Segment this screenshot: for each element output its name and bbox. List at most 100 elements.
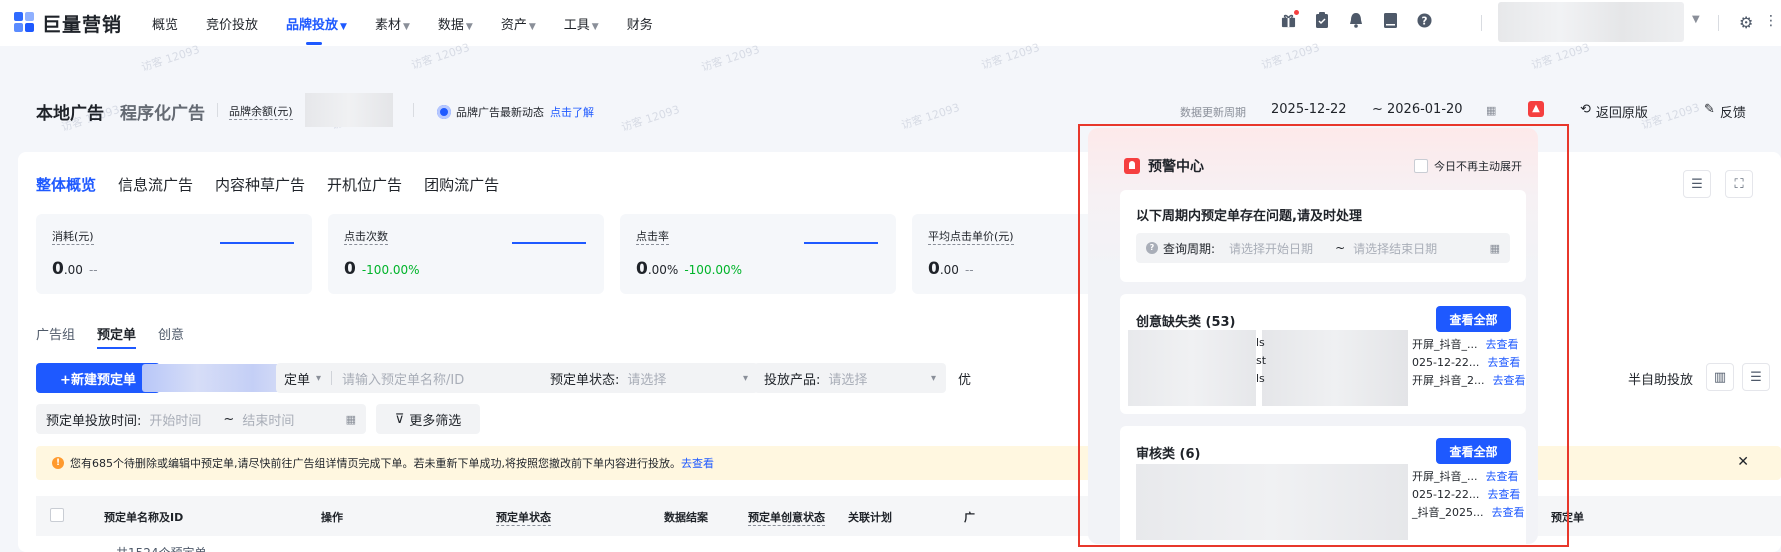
entity-tab[interactable]: 广告组 [36,324,75,343]
alarm-icon[interactable]: ▲ [1528,101,1544,117]
brand-news-link[interactable]: 点击了解 [550,104,594,120]
view-link[interactable]: 去查看 [1487,356,1520,369]
alert-row: 025-12-22... 去查看 [1412,486,1520,502]
column-header[interactable]: 广 [964,509,975,525]
book-icon[interactable] [1382,11,1398,29]
column-header[interactable]: 关联计划 [848,509,892,525]
nav-item[interactable]: 数据 ▼ [438,14,473,33]
nav-item[interactable]: 概览 [152,14,178,33]
metric-card[interactable]: 消耗(元) 0.00 -- [36,214,312,294]
metric-card[interactable]: 点击率 0.00% -100.00% [620,214,896,294]
view-link[interactable]: 去查看 [1486,470,1519,483]
chevron-down-icon[interactable]: ▼ [1692,14,1700,25]
date-range-start[interactable]: 2025-12-22 [1271,102,1347,117]
alert-row: 025-12-22... 去查看 [1412,354,1520,370]
semi-auto-toggle-label[interactable]: 半自助投放 [1628,369,1693,388]
chevron-down-icon[interactable]: ▾ [316,373,321,384]
alert-row-text: 025-12-22... [1412,488,1480,501]
logo-text: 巨量营销 [42,13,123,36]
query-end-input[interactable]: 请选择结束日期 [1353,240,1489,257]
column-header[interactable]: 预定单 [1551,509,1584,525]
nav-item[interactable]: 品牌投放 ▼ [286,14,347,45]
ad-type-tab[interactable]: 团购流广告 [424,174,499,195]
view-all-button[interactable]: 查看全部 [1436,438,1511,464]
dont-auto-open-option[interactable]: 今日不再主动展开 [1414,158,1522,174]
ad-type-tab[interactable]: 开机位广告 [327,174,402,195]
settings-sliders-icon[interactable]: ☰ [1742,363,1770,391]
gear-icon[interactable]: ⚙ [1739,13,1753,32]
time-start-input[interactable]: 开始时间 [149,410,201,429]
metric-change: -100.00% [361,263,420,277]
query-period-picker[interactable]: ? 查询周期: 请选择开始日期 ~ 请选择结束日期 ▦ [1136,233,1510,263]
column-header[interactable]: 预定单名称及ID [104,509,183,525]
metric-cards: 消耗(元) 0.00 -- 点击次数 0 -100.00% 点击率 0.00% -100.00%… [36,214,1188,294]
view-link[interactable]: 去查看 [1491,506,1524,519]
alert-center-panel: 预警中心 今日不再主动展开 以下周期内预定单存在问题,请及时处理 ? 查询周期:… [1088,128,1538,544]
query-start-input[interactable]: 请选择开始日期 [1229,240,1313,257]
bell-icon[interactable] [1348,11,1364,29]
metric-label: 点击率 [636,230,669,245]
column-header[interactable]: 预定单创意状态 [748,509,825,526]
view-link[interactable]: 去查看 [1493,374,1526,387]
help-icon[interactable]: ? [1416,11,1432,29]
feedback-label: 反馈 [1719,106,1746,121]
row-fragment: st [1256,354,1267,367]
ad-type-tab[interactable]: 内容种草广告 [215,174,305,195]
view-all-button[interactable]: 查看全部 [1436,306,1511,332]
time-end-input[interactable]: 结束时间 [242,410,345,429]
column-header[interactable]: 操作 [321,509,343,525]
settings-sliders-icon[interactable]: ☰ [1683,170,1711,198]
logo[interactable]: 巨量营销 [14,10,142,37]
column-header[interactable]: 数据结案 [664,509,708,525]
entity-tab[interactable]: 预定单 [97,324,137,349]
close-icon[interactable]: ✕ [1737,454,1749,470]
svg-text:?: ? [1421,15,1427,27]
alert-center-title: 预警中心 [1148,159,1204,175]
ad-type-tab[interactable]: 整体概览 [36,174,96,195]
select-all-checkbox[interactable] [50,508,64,522]
date-range-end[interactable]: 2026-01-20 [1387,102,1463,117]
nav-item[interactable]: 财务 [627,14,653,33]
metric-value-group: 0.00% -100.00% [636,259,742,279]
ad-type-tab[interactable]: 信息流广告 [118,174,193,195]
fullscreen-icon[interactable]: ⛶ [1725,170,1753,198]
filter-label: 预定单状态: [550,372,620,388]
question-icon: ? [1146,242,1158,254]
nav-item-label: 工具 [563,17,590,33]
columns-icon[interactable]: ▥ [1706,363,1734,391]
gift-icon[interactable] [1280,10,1299,29]
metric-card[interactable]: 点击次数 0 -100.00% [328,214,604,294]
nav-item[interactable]: 竞价投放 [206,14,258,33]
time-range-filter[interactable]: 预定单投放时间: 开始时间 ~ 结束时间 ▦ [36,404,366,434]
metric-change: -- [964,263,974,277]
entity-tab[interactable]: 创意 [158,324,184,343]
filter-label: 投放产品: [764,372,821,388]
product-filter[interactable]: 投放产品: 请选择 ▾ [754,363,946,393]
search-type-select[interactable]: 定单 [284,369,310,388]
back-to-classic-button[interactable]: ⟲ 返回原版 [1580,102,1648,121]
truncated-filter[interactable]: 优 [958,369,971,388]
dont-auto-open-checkbox[interactable] [1414,159,1428,173]
time-range-label: 预定单投放时间: [46,413,142,429]
calendar-icon[interactable]: ▦ [346,413,356,426]
alert-row-text: 开屏_抖音_2... [1412,374,1485,387]
metric-decimal: .00 [63,263,83,277]
nav-item[interactable]: 素材 ▼ [375,14,410,33]
more-filters-button[interactable]: ⊽ 更多筛选 [376,404,480,434]
reservation-status-filter[interactable]: 预定单状态: 请选择 ▾ [540,363,758,393]
view-link[interactable]: 去查看 [1487,488,1520,501]
notice-link[interactable]: 去查看 [681,455,714,471]
view-link[interactable]: 去查看 [1486,338,1519,351]
page-subtitle-tab[interactable]: 程序化广告 [120,99,205,124]
nav-item[interactable]: 资产 ▼ [501,14,536,33]
clipboard-icon[interactable] [1314,11,1330,29]
calendar-icon[interactable]: ▦ [1490,242,1500,255]
feedback-button[interactable]: ✎ 反馈 [1704,102,1746,121]
column-header[interactable]: 预定单状态 [496,509,551,526]
metric-label: 消耗(元) [52,230,94,245]
apps-grid-icon[interactable]: ⋮⋮ [1764,13,1781,29]
calendar-icon[interactable]: ▦ [1486,104,1496,117]
account-selector[interactable] [1498,2,1684,42]
nav-item[interactable]: 工具 ▼ [564,14,599,33]
date-range-separator: ~ [1372,102,1383,117]
